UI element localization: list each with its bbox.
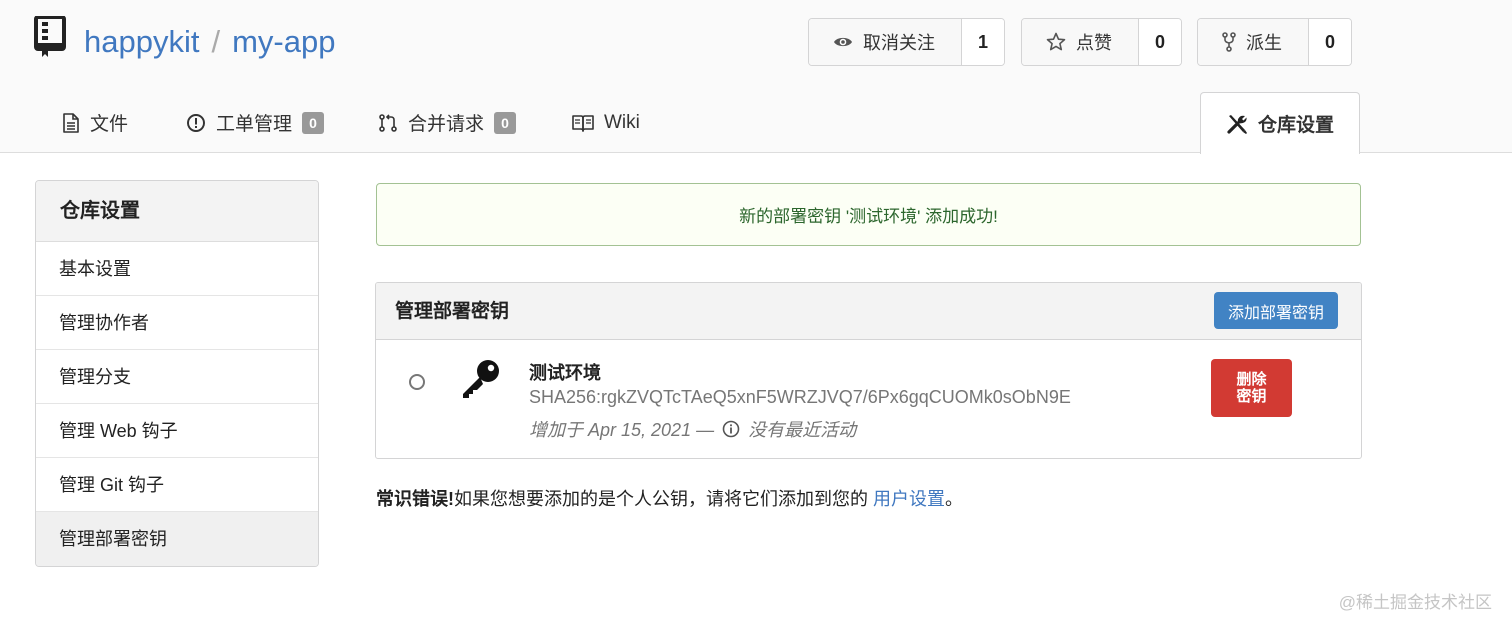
delete-key-button[interactable]: 删除 密钥	[1211, 359, 1292, 417]
sidebar-item-basic-settings[interactable]: 基本设置	[36, 242, 318, 296]
issues-count-badge: 0	[302, 111, 325, 134]
success-message: 新的部署密钥 '测试环境' 添加成功!	[739, 207, 998, 226]
watch-count[interactable]: 1	[962, 19, 1004, 65]
delete-key-label-line2: 密钥	[1236, 388, 1267, 405]
sidebar-item-branches[interactable]: 管理分支	[36, 350, 318, 404]
repo-name-link[interactable]: my-app	[232, 24, 335, 59]
pull-request-icon	[379, 113, 397, 132]
deploy-keys-panel: 管理部署密钥 添加部署密钥 测试环境 SHA256:rgkZVQTcTAeQ5x…	[375, 282, 1362, 459]
repo-owner-link[interactable]: happykit	[84, 24, 199, 59]
tab-pull-requests[interactable]: 合并请求 0	[378, 92, 517, 153]
unwatch-button[interactable]: 取消关注	[809, 19, 962, 65]
tab-issues[interactable]: 工单管理 0	[186, 92, 325, 153]
sidebar-item-deploy-keys[interactable]: 管理部署密钥	[36, 512, 318, 566]
key-icon	[463, 360, 499, 398]
star-button-group: 点赞 0	[1021, 18, 1182, 66]
star-count[interactable]: 0	[1139, 19, 1181, 65]
deploy-keys-title: 管理部署密钥	[395, 301, 510, 322]
tab-wiki[interactable]: Wiki	[572, 92, 640, 153]
user-settings-link[interactable]: 用户设置	[873, 489, 945, 509]
success-alert: 新的部署密钥 '测试环境' 添加成功!	[376, 183, 1361, 246]
key-status-radio[interactable]	[409, 374, 425, 390]
star-button[interactable]: 点赞	[1022, 19, 1139, 65]
note-end: 。	[945, 489, 964, 509]
tab-files[interactable]: 文件	[62, 92, 128, 153]
sidebar-title: 仓库设置	[36, 181, 318, 242]
info-icon	[722, 420, 740, 438]
tools-icon	[1227, 114, 1247, 134]
tab-wiki-label: Wiki	[604, 111, 640, 133]
fork-button[interactable]: 派生	[1198, 19, 1309, 65]
deploy-keys-header: 管理部署密钥 添加部署密钥	[376, 283, 1361, 340]
deploy-key-row: 测试环境 SHA256:rgkZVQTcTAeQ5xnF5WRZJVQ7/6Px…	[376, 340, 1361, 458]
star-icon	[1046, 32, 1066, 51]
repo-title: happykit / my-app	[84, 22, 335, 62]
deploy-key-name: 测试环境	[529, 363, 601, 383]
deploy-key-meta: 增加于 Apr 15, 2021 — 没有最近活动	[529, 416, 856, 442]
delete-key-label-line1: 删除	[1236, 371, 1267, 388]
sidebar-item-collaborators[interactable]: 管理协作者	[36, 296, 318, 350]
repo-separator: /	[211, 24, 221, 59]
deploy-key-activity: 没有最近活动	[748, 420, 857, 440]
sidebar-item-webhooks[interactable]: 管理 Web 钩子	[36, 404, 318, 458]
note-bold-prefix: 常识错误!	[376, 489, 454, 509]
note-text: 如果您想要添加的是个人公钥，请将它们添加到您的	[454, 489, 868, 509]
deploy-key-fingerprint: SHA256:rgkZVQTcTAeQ5xnF5WRZJVQ7/6Px6gqCU…	[529, 387, 1071, 407]
repo-tabs: 文件 工单管理 0 合并请求 0 Wiki 仓库设置	[0, 92, 1512, 154]
fork-icon	[1222, 32, 1236, 52]
fork-button-group: 派生 0	[1197, 18, 1352, 66]
tab-pull-requests-label: 合并请求	[408, 114, 485, 135]
eye-icon	[834, 37, 852, 47]
tab-files-label: 文件	[90, 114, 129, 135]
sidebar-item-git-hooks[interactable]: 管理 Git 钩子	[36, 458, 318, 512]
unwatch-label: 取消关注	[863, 33, 935, 53]
tab-settings-label: 仓库设置	[1257, 115, 1334, 136]
pull-requests-count-badge: 0	[494, 111, 517, 134]
common-mistake-note: 常识错误!如果您想要添加的是个人公钥，请将它们添加到您的 用户设置。	[376, 485, 963, 511]
fork-label: 派生	[1246, 33, 1282, 53]
add-deploy-key-button[interactable]: 添加部署密钥	[1213, 292, 1338, 329]
tab-settings[interactable]: 仓库设置	[1200, 92, 1360, 154]
settings-sidebar: 仓库设置 基本设置 管理协作者 管理分支 管理 Web 钩子 管理 Git 钩子…	[35, 180, 319, 567]
unwatch-button-group: 取消关注 1	[808, 18, 1005, 66]
repo-header: happykit / my-app 取消关注 1 点赞 0 派生 0 文件 工单…	[0, 0, 1512, 154]
star-label: 点赞	[1076, 33, 1112, 53]
issue-icon	[187, 113, 205, 132]
fork-count[interactable]: 0	[1309, 19, 1351, 65]
book-icon	[572, 114, 594, 132]
file-icon	[63, 112, 79, 133]
watermark: @稀土掘金技术社区	[1338, 593, 1492, 612]
tab-issues-label: 工单管理	[216, 114, 293, 135]
deploy-key-added-date: 增加于 Apr 15, 2021 —	[529, 420, 715, 440]
repo-book-icon	[34, 16, 66, 57]
